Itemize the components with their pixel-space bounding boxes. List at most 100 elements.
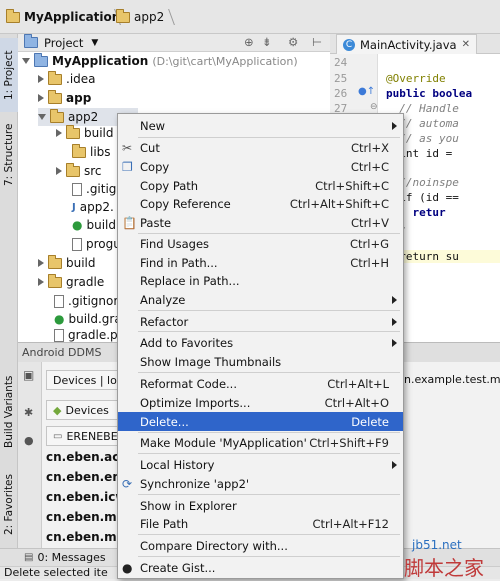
submenu-arrow-icon [392,122,397,130]
folder-icon [48,70,62,85]
menu-item-replace-in-path[interactable]: Replace in Path... [118,271,403,290]
status-text: Delete selected ite [4,566,108,579]
camera-icon[interactable]: ▣ [23,368,34,382]
project-view-selector[interactable]: Project [44,36,83,50]
override-gutter-icon[interactable]: ●↑ [358,86,375,97]
tree-node[interactable]: build [38,254,96,272]
chevron-down-icon[interactable]: ▼ [91,38,98,48]
watermark-url: jb51.net [412,538,462,552]
tab-build-variants[interactable]: Build Variants [0,364,18,460]
tab-structure[interactable]: 7: Structure [0,114,18,196]
expand-arrow-icon[interactable] [38,94,44,102]
folder-icon [72,143,86,158]
tree-node[interactable]: .idea [38,70,96,88]
menu-item-analyze[interactable]: Analyze [118,290,403,309]
menu-separator [138,453,400,454]
menu-item-paste[interactable]: 📋 Paste Ctrl+V [118,213,403,232]
debug-icon[interactable]: ✱ [24,406,33,419]
menu-item-add-to-favorites[interactable]: Add to Favorites [118,333,403,352]
tree-node[interactable]: gradle [38,273,104,291]
expand-arrow-icon[interactable] [38,75,44,83]
devices-header: ◆ Devices [46,400,118,420]
menu-item-delete[interactable]: Delete... Delete [118,412,403,431]
menu-item-refactor[interactable]: Refactor [118,312,403,331]
tree-node[interactable]: src [56,162,102,180]
tree-node[interactable]: .gitigr [72,180,121,198]
tab-label: MainActivity.java [360,37,457,52]
menu-item-reformat-code[interactable]: Reformat Code... Ctrl+Alt+L [118,374,403,393]
submenu-arrow-icon [392,318,397,326]
tree-node-path: (D:\git\cart\MyApplication) [152,54,298,68]
menu-item-find-in-path[interactable]: Find in Path... Ctrl+H [118,253,403,272]
menu-item-synchronize[interactable]: ⟳ Synchronize 'app2' [118,474,403,493]
tree-node-label: libs [90,145,111,159]
submenu-arrow-icon [392,296,397,304]
menu-item-label: Show in Explorer [140,498,237,513]
tree-node[interactable]: app [38,89,91,107]
menu-item-label: Copy [140,159,170,174]
gradle-icon: ● [72,218,83,232]
expand-arrow-icon[interactable] [38,114,46,120]
collapse-icon[interactable]: ⇟ [262,35,272,49]
menu-item-copy[interactable]: ❐ Copy Ctrl+C [118,157,403,176]
expand-arrow-icon[interactable] [22,58,30,64]
menu-item-cut[interactable]: ✂ Cut Ctrl+X [118,138,403,157]
tree-node[interactable]: libs [72,143,111,161]
menu-item-copy-reference[interactable]: Copy Reference Ctrl+Alt+Shift+C [118,194,403,213]
project-view-icon [24,34,38,48]
menu-separator [138,494,400,495]
tree-node[interactable]: build [56,124,114,142]
tree-node[interactable]: progu [72,235,121,253]
menu-item-file-path[interactable]: File Path Ctrl+Alt+F12 [118,514,403,533]
breadcrumb-root[interactable]: MyApplication [6,8,120,26]
close-icon[interactable]: ✕ [462,39,470,50]
messages-tab[interactable]: ▤ 0: Messages [24,551,106,564]
menu-item-make-module[interactable]: Make Module 'MyApplication' Ctrl+Shift+F… [118,433,403,452]
menu-item-compare-directory[interactable]: Compare Directory with... [118,536,403,555]
line-number: 26 [334,87,348,100]
menu-item-copy-path[interactable]: Copy Path Ctrl+Shift+C [118,176,403,195]
copy-icon: ❐ [122,160,133,174]
module-icon [34,52,48,67]
hide-panel-icon[interactable]: ⊢ [312,35,322,49]
tree-node[interactable]: gradle.pr [54,328,123,342]
tab-favorites[interactable]: 2: Favorites [0,466,18,544]
menu-item-find-usages[interactable]: Find Usages Ctrl+G [118,234,403,253]
tab-project[interactable]: 1: Project [0,38,18,112]
target-icon[interactable]: ⊕ [244,35,254,49]
fold-icon[interactable]: ⊖ [370,102,378,112]
menu-item-label: Replace in Path... [140,273,240,288]
tree-node[interactable]: .gitignore [54,292,125,310]
tab-main-activity[interactable]: C MainActivity.java ✕ [336,34,477,54]
menu-item-label: Find in Path... [140,255,218,270]
expand-arrow-icon[interactable] [56,167,62,175]
menu-item-shortcut: Ctrl+Alt+O [324,395,389,410]
tree-node-label: progu [86,237,121,251]
tree-node[interactable]: J app2. [72,198,114,216]
left-tool-strip: 1: Project 7: Structure Build Variants 2… [0,34,18,579]
gear-icon[interactable]: ⚙ [288,35,298,49]
menu-item-show-image-thumbnails[interactable]: Show Image Thumbnails [118,352,403,371]
device-selector[interactable]: ▭ ERENEBE [46,426,118,446]
breadcrumb-separator [160,9,176,25]
tree-node[interactable]: MyApplication (D:\git\cart\MyApplication… [22,52,298,70]
menu-item-optimize-imports[interactable]: Optimize Imports... Ctrl+Alt+O [118,393,403,412]
menu-item-show-in-explorer[interactable]: Show in Explorer [118,496,403,515]
expand-arrow-icon[interactable] [38,278,44,286]
menu-item-label: Create Gist... [140,560,216,575]
breadcrumb-child[interactable]: app2 [116,8,164,26]
menu-item-label: Refactor [140,314,189,329]
stop-icon[interactable]: ● [24,434,34,447]
menu-item-new[interactable]: New [118,116,403,135]
messages-tab-label: 0: Messages [37,551,106,564]
menu-item-create-gist[interactable]: ● Create Gist... [118,558,403,577]
tree-node[interactable]: ● build. [72,216,120,234]
file-icon [54,294,64,308]
menu-item-shortcut: Ctrl+Shift+F9 [309,435,389,450]
menu-item-local-history[interactable]: Local History [118,455,403,474]
expand-arrow-icon[interactable] [56,129,62,137]
menu-item-label: Cut [140,140,160,155]
tree-node-label: build [84,126,114,140]
expand-arrow-icon[interactable] [38,259,44,267]
project-panel-header: Project ▼ ⊕ ⇟ ⚙ ⊢ [18,34,330,52]
